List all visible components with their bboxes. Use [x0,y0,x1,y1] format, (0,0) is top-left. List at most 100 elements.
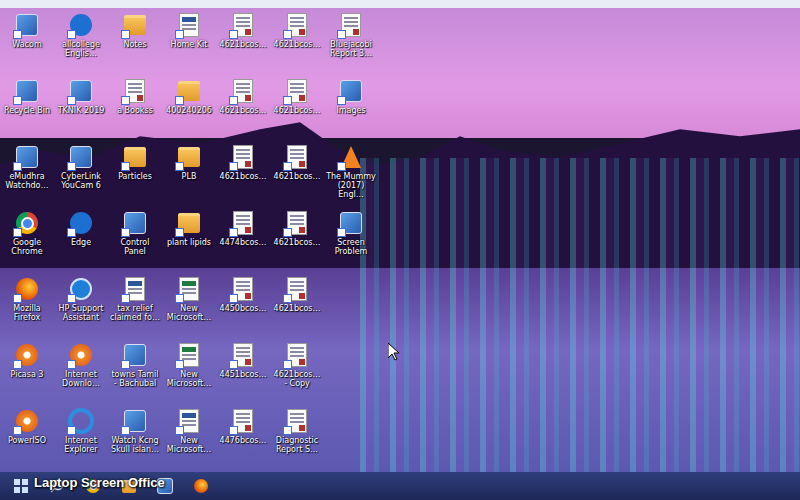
app-icon [338,78,364,104]
desktop-icon[interactable]: New Microsoft… [162,406,216,472]
icon-label: PowerISO [1,436,53,445]
desktop-icon[interactable]: 4474bcos… [216,208,270,274]
icon-label: 4476bcos… [217,436,269,445]
chrome-icon [14,210,40,236]
icon-label: 4621bcos… [217,106,269,115]
desktop-icon[interactable]: Bluejacobi Report 3… [324,10,378,76]
doc-icon [284,78,310,104]
ie-icon [68,408,94,434]
desktop-icon[interactable]: Notes [108,10,162,76]
desktop-icon[interactable]: Wacom [0,10,54,76]
icon-label: HP Support Assistant [55,304,107,322]
desktop-icon[interactable]: 4621bcos… [216,10,270,76]
desktop-icon[interactable]: 4621bcos… [216,76,270,142]
desktop-icon[interactable]: HP Support Assistant [54,274,108,340]
word-icon [176,408,202,434]
mouse-pointer-icon [388,343,400,361]
desktop-icon[interactable]: PowerISO [0,406,54,472]
desktop-icon[interactable]: 4450bcos… [216,274,270,340]
icon-label: 4451bcos… [217,370,269,379]
desktop-icon[interactable]: Google Chrome [0,208,54,274]
desktop-icon[interactable]: 4621bcos… - Copy [270,340,324,406]
icon-label: Bluejacobi Report 3… [325,40,377,58]
icon-label: plant lipids [163,238,215,247]
desktop-icon[interactable]: New Microsoft… [162,274,216,340]
desktop-icon[interactable]: 4621bcos… [270,10,324,76]
app-icon [122,408,148,434]
desktop-icon[interactable]: 4476bcos… [216,406,270,472]
desktop-icon[interactable]: Picasa 3 [0,340,54,406]
icon-label: a Bookss [109,106,161,115]
icon-label: Screen Problem [325,238,377,256]
desktop-icon[interactable]: Watch Kcng Skull islan… [108,406,162,472]
desktop-icon[interactable]: PLB [162,142,216,208]
icon-label: towns Tamil - Bachubal [109,370,161,388]
taskbar-button[interactable] [188,474,214,498]
desktop-icon[interactable]: 400240206 [162,76,216,142]
desktop-icon[interactable]: tax relief claimed fo… [108,274,162,340]
icon-label: 4621bcos… [217,172,269,181]
desktop-icon[interactable]: New Microsoft… [162,340,216,406]
icon-label: Diagnostic Report S… [271,436,323,454]
watermark: Laptop Screen Office [34,475,165,490]
windows-logo-icon [14,479,28,493]
desktop-icon[interactable]: Images [324,76,378,142]
icon-label: Wacom [1,40,53,49]
desktop-icon[interactable]: allcollege Englis… [54,10,108,76]
icon-label: 4474bcos… [217,238,269,247]
doc-icon [230,276,256,302]
desktop-icon[interactable]: Particles [108,142,162,208]
icon-label: eMudhra Watchdo… [1,172,53,190]
desktop-icon[interactable]: CyberLink YouCam 6 [54,142,108,208]
desktop-icon[interactable]: plant lipids [162,208,216,274]
app-icon [14,144,40,170]
icon-label: PLB [163,172,215,181]
desktop-icon[interactable]: towns Tamil - Bachubal [108,340,162,406]
desktop-icon[interactable]: a Bookss [108,76,162,142]
excel-icon [176,276,202,302]
icon-label: 4450bcos… [217,304,269,313]
desktop-icon[interactable]: eMudhra Watchdo… [0,142,54,208]
app-icon [122,342,148,368]
app-icon [122,210,148,236]
desktop-icon[interactable]: Recycle Bin [0,76,54,142]
icon-label: Images [325,106,377,115]
desktop-icon[interactable]: Edge [54,208,108,274]
display-glitch-streaks [360,158,800,472]
icon-label: New Microsoft… [163,304,215,322]
excel-icon [176,342,202,368]
taskbar-button[interactable] [8,474,34,498]
disc-icon [14,342,40,368]
wallpaper-photo [0,8,800,472]
icon-label: TKNIK 2019 [55,106,107,115]
icon-label: 4621bcos… [271,238,323,247]
desktop-icon[interactable]: 4621bcos… [270,76,324,142]
desktop-icon[interactable]: TKNIK 2019 [54,76,108,142]
edge-icon [68,12,94,38]
icon-label: 4621bcos… [271,106,323,115]
doc-icon [284,342,310,368]
doc-icon [284,210,310,236]
icon-label: Recycle Bin [1,106,53,115]
desktop-icon[interactable]: 4451bcos… [216,340,270,406]
desktop-icon[interactable]: 4621bcos… [270,142,324,208]
desktop-icon[interactable]: 4621bcos… [216,142,270,208]
icon-label: 4621bcos… [271,172,323,181]
help-icon [68,276,94,302]
icon-label: Home Kit [163,40,215,49]
desktop-icon[interactable]: Diagnostic Report S… [270,406,324,472]
desktop-icon[interactable]: Control Panel [108,208,162,274]
desktop-icon[interactable]: Internet Downlo… [54,340,108,406]
desktop-icon[interactable]: 4621bcos… [270,274,324,340]
icon-label: Internet Downlo… [55,370,107,388]
laptop-screen: Wacom Recycle Bin eMudhra Watchdo… Googl… [0,0,800,500]
desktop-icon[interactable]: Screen Problem [324,208,378,274]
icon-label: Picasa 3 [1,370,53,379]
icon-label: 400240206 [163,106,215,115]
doc-icon [230,210,256,236]
desktop-icon[interactable]: Mozilla Firefox [0,274,54,340]
desktop-icon[interactable]: The Mummy (2017) Engl… [324,142,378,208]
desktop-icon[interactable]: 4621bcos… [270,208,324,274]
desktop-icon[interactable]: Home Kit [162,10,216,76]
desktop-icon[interactable]: Internet Explorer [54,406,108,472]
